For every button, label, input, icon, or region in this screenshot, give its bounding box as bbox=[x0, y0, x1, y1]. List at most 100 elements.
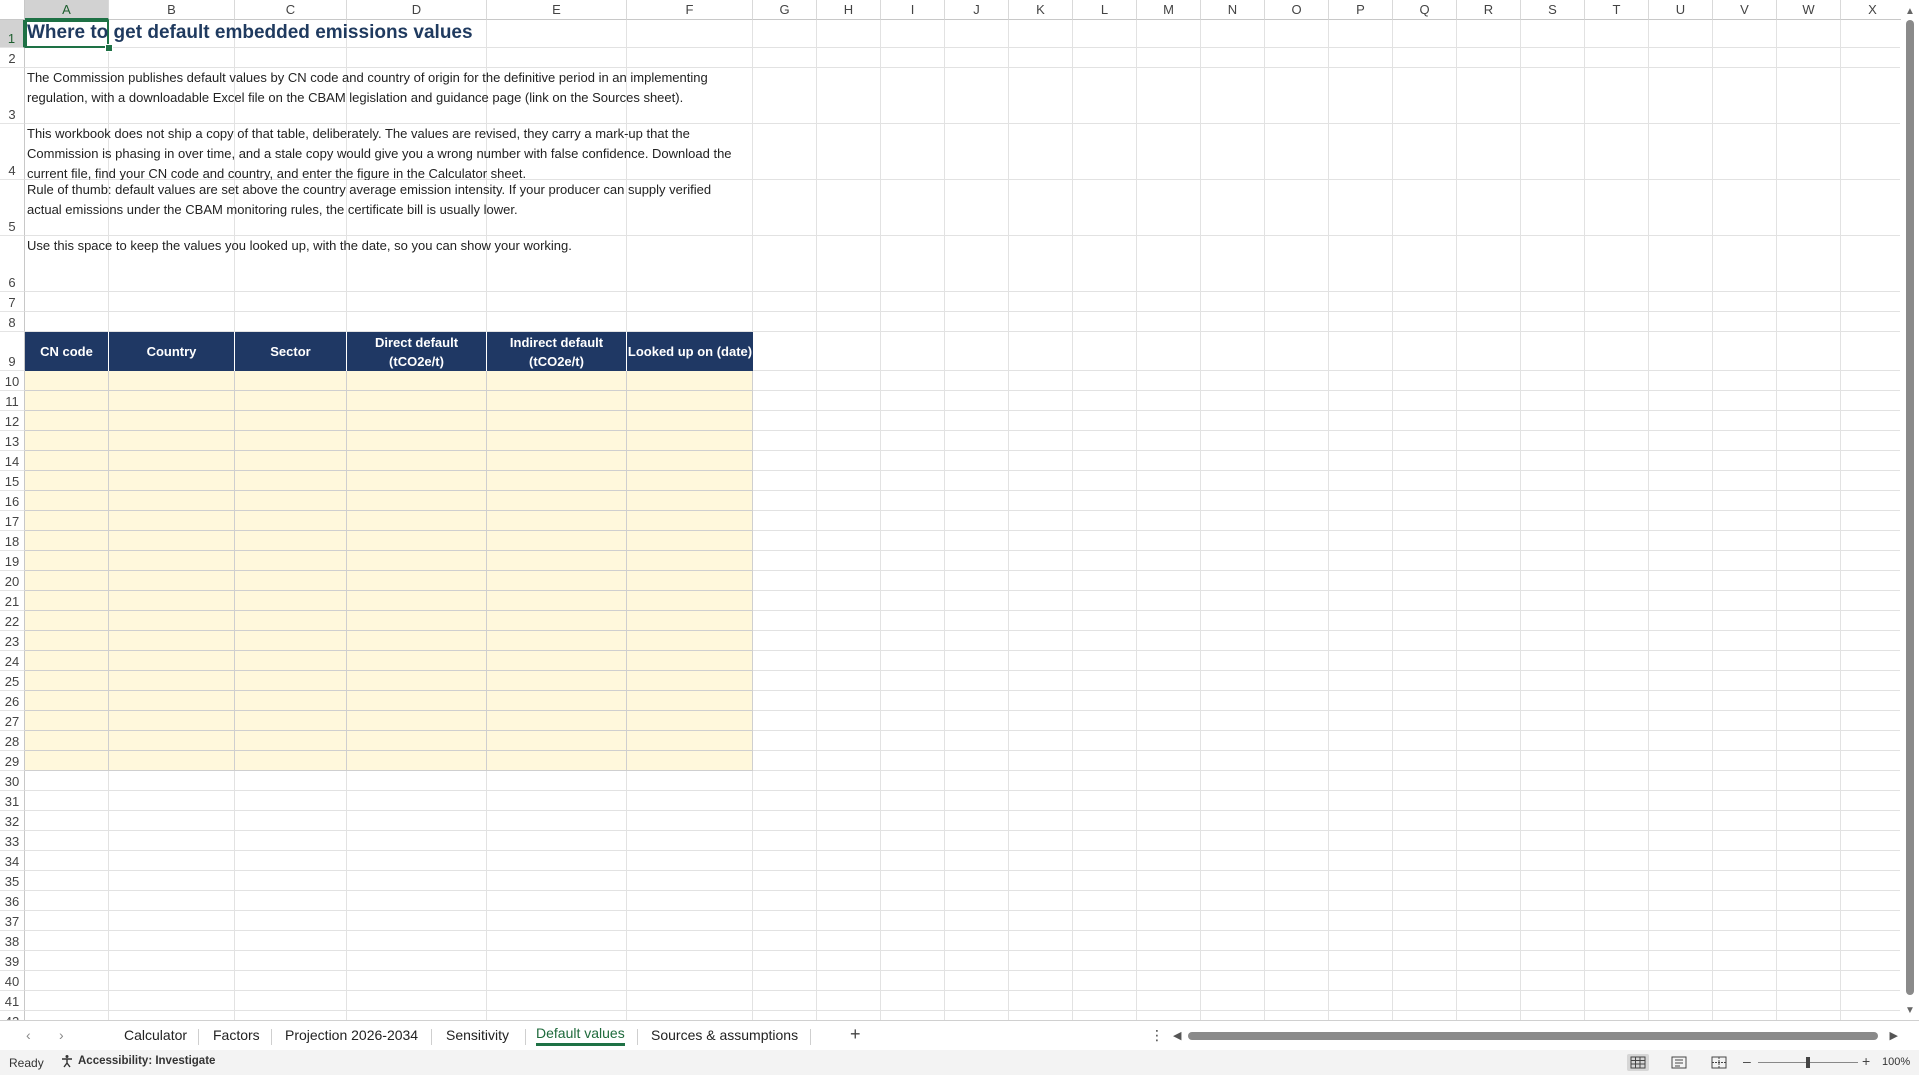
row-header[interactable]: 10 bbox=[0, 371, 25, 391]
entry-cell[interactable] bbox=[235, 691, 347, 711]
entry-cell[interactable] bbox=[25, 371, 109, 391]
tab-sensitivity[interactable]: Sensitivity bbox=[446, 1027, 509, 1043]
entry-cell[interactable] bbox=[627, 531, 753, 551]
entry-cell[interactable] bbox=[109, 431, 235, 451]
normal-view-icon[interactable] bbox=[1627, 1054, 1649, 1071]
column-header[interactable]: O bbox=[1265, 0, 1329, 20]
entry-cell[interactable] bbox=[347, 551, 487, 571]
entry-cell[interactable] bbox=[487, 551, 627, 571]
row-header[interactable]: 39 bbox=[0, 951, 25, 971]
entry-cell[interactable] bbox=[109, 411, 235, 431]
entry-cell[interactable] bbox=[235, 751, 347, 771]
entry-cell[interactable] bbox=[347, 571, 487, 591]
row-header[interactable]: 22 bbox=[0, 611, 25, 631]
entry-cell[interactable] bbox=[109, 671, 235, 691]
entry-cell[interactable] bbox=[487, 631, 627, 651]
entry-cell[interactable] bbox=[347, 751, 487, 771]
entry-cell[interactable] bbox=[25, 711, 109, 731]
entry-cell[interactable] bbox=[25, 731, 109, 751]
entry-cell[interactable] bbox=[487, 431, 627, 451]
more-options-icon[interactable]: ⋮ bbox=[1150, 1027, 1164, 1044]
entry-cell[interactable] bbox=[627, 671, 753, 691]
column-header[interactable]: E bbox=[487, 0, 627, 20]
entry-cell[interactable] bbox=[487, 711, 627, 731]
table-header-sector[interactable]: Sector bbox=[235, 332, 347, 371]
entry-cell[interactable] bbox=[487, 691, 627, 711]
entry-cell[interactable] bbox=[487, 651, 627, 671]
zoom-slider-thumb[interactable] bbox=[1806, 1057, 1810, 1068]
entry-cell[interactable] bbox=[627, 611, 753, 631]
entry-cell[interactable] bbox=[25, 551, 109, 571]
column-header[interactable]: Q bbox=[1393, 0, 1457, 20]
entry-cell[interactable] bbox=[347, 711, 487, 731]
vertical-scrollbar[interactable]: ▲ ▼ bbox=[1901, 0, 1919, 1020]
row-header[interactable]: 1 bbox=[0, 20, 25, 48]
entry-cell[interactable] bbox=[109, 751, 235, 771]
entry-cell[interactable] bbox=[25, 571, 109, 591]
row-header[interactable]: 2 bbox=[0, 48, 25, 68]
entry-cell[interactable] bbox=[487, 571, 627, 591]
row-header[interactable]: 20 bbox=[0, 571, 25, 591]
entry-cell[interactable] bbox=[235, 631, 347, 651]
entry-cell[interactable] bbox=[347, 451, 487, 471]
entry-cell[interactable] bbox=[627, 431, 753, 451]
entry-cell[interactable] bbox=[487, 671, 627, 691]
row-header[interactable]: 15 bbox=[0, 471, 25, 491]
entry-cell[interactable] bbox=[235, 431, 347, 451]
entry-cell[interactable] bbox=[25, 491, 109, 511]
entry-cell[interactable] bbox=[627, 631, 753, 651]
entry-cell[interactable] bbox=[25, 651, 109, 671]
entry-cell[interactable] bbox=[109, 591, 235, 611]
row-header[interactable]: 29 bbox=[0, 751, 25, 771]
entry-cell[interactable] bbox=[487, 531, 627, 551]
entry-cell[interactable] bbox=[627, 691, 753, 711]
entry-cell[interactable] bbox=[235, 571, 347, 591]
column-header[interactable]: R bbox=[1457, 0, 1521, 20]
entry-cell[interactable] bbox=[627, 391, 753, 411]
table-header-cn-code[interactable]: CN code bbox=[25, 332, 109, 371]
entry-cell[interactable] bbox=[487, 731, 627, 751]
tab-calculator[interactable]: Calculator bbox=[124, 1027, 187, 1043]
entry-cell[interactable] bbox=[235, 731, 347, 751]
entry-cell[interactable] bbox=[235, 591, 347, 611]
tab-factors[interactable]: Factors bbox=[213, 1027, 260, 1043]
entry-cell[interactable] bbox=[109, 571, 235, 591]
tab-next-icon[interactable]: › bbox=[59, 1027, 64, 1043]
row-header[interactable]: 36 bbox=[0, 891, 25, 911]
entry-cell[interactable] bbox=[25, 691, 109, 711]
row-header[interactable]: 42 bbox=[0, 1011, 25, 1020]
column-header[interactable]: F bbox=[627, 0, 753, 20]
entry-cell[interactable] bbox=[25, 511, 109, 531]
entry-cell[interactable] bbox=[347, 651, 487, 671]
scroll-right-icon[interactable]: ▶ bbox=[1890, 1029, 1898, 1042]
entry-cell[interactable] bbox=[109, 551, 235, 571]
row-header[interactable]: 34 bbox=[0, 851, 25, 871]
entry-cell[interactable] bbox=[627, 751, 753, 771]
entry-cell[interactable] bbox=[109, 731, 235, 751]
row-header[interactable]: 18 bbox=[0, 531, 25, 551]
column-header[interactable]: L bbox=[1073, 0, 1137, 20]
zoom-in-icon[interactable]: + bbox=[1862, 1053, 1870, 1069]
entry-cell[interactable] bbox=[109, 511, 235, 531]
entry-cell[interactable] bbox=[25, 611, 109, 631]
entry-cell[interactable] bbox=[347, 411, 487, 431]
entry-cell[interactable] bbox=[487, 371, 627, 391]
column-header[interactable]: V bbox=[1713, 0, 1777, 20]
entry-cell[interactable] bbox=[235, 531, 347, 551]
row-header[interactable]: 4 bbox=[0, 124, 25, 180]
row-header[interactable]: 6 bbox=[0, 236, 25, 292]
entry-cell[interactable] bbox=[235, 391, 347, 411]
column-header[interactable]: W bbox=[1777, 0, 1841, 20]
table-header-direct-default[interactable]: Direct default (tCO2e/t) bbox=[347, 332, 487, 371]
entry-cell[interactable] bbox=[347, 491, 487, 511]
row-header[interactable]: 8 bbox=[0, 312, 25, 332]
table-header-country[interactable]: Country bbox=[109, 332, 235, 371]
row-header[interactable]: 26 bbox=[0, 691, 25, 711]
entry-cell[interactable] bbox=[627, 511, 753, 531]
entry-cell[interactable] bbox=[235, 371, 347, 391]
page-break-icon[interactable] bbox=[1708, 1054, 1730, 1071]
page-layout-icon[interactable] bbox=[1668, 1054, 1690, 1071]
row-header[interactable]: 28 bbox=[0, 731, 25, 751]
row-header[interactable]: 25 bbox=[0, 671, 25, 691]
scroll-up-icon[interactable]: ▲ bbox=[1905, 6, 1915, 17]
